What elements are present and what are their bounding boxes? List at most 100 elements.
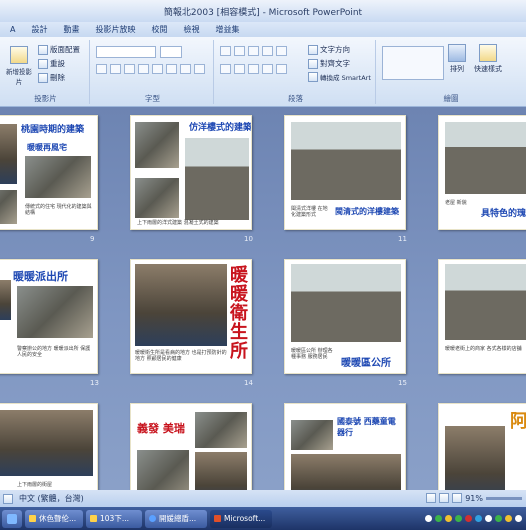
- group-drawing: 排列 快速樣式 繪圖: [378, 40, 524, 104]
- sorter-view-icon[interactable]: [439, 493, 450, 503]
- text-direction-button[interactable]: 文字方向: [308, 44, 350, 55]
- align-text-button[interactable]: 對齊文字: [308, 58, 350, 69]
- slideshow-view-icon[interactable]: [452, 493, 463, 503]
- tab-animation[interactable]: 動畫: [55, 24, 87, 35]
- system-tray: [425, 515, 526, 522]
- slide-title: 具特色的瑰式: [481, 209, 526, 219]
- group-font: 字型: [92, 40, 214, 104]
- zoom-level[interactable]: 91%: [465, 494, 483, 503]
- group-paragraph: 文字方向 對齊文字 轉換成 SmartArt 段落: [216, 40, 376, 104]
- bullets-icon[interactable]: [220, 46, 231, 56]
- line-spacing-icon[interactable]: [276, 46, 287, 56]
- layout-icon: [38, 44, 48, 55]
- slide-thumbnail[interactable]: 閩清式洋樓 在地化建築形式 閩清式的洋樓建築: [284, 115, 406, 230]
- tray-icon[interactable]: [455, 515, 462, 522]
- arrange-icon: [448, 44, 466, 62]
- slide-thumbnail[interactable]: 暖暖派出所 警察辦公的地方 暖暖派出所 保護人民的安全: [0, 259, 98, 374]
- taskbar-item-active[interactable]: Microsoft...: [210, 509, 272, 528]
- align-right-icon[interactable]: [248, 64, 259, 74]
- shapes-gallery[interactable]: [382, 46, 444, 80]
- slide-number: 15: [398, 379, 407, 387]
- slide-subtitle: 暖暖再風宅: [27, 143, 67, 152]
- new-slide-button[interactable]: 新增投影片: [6, 46, 32, 86]
- group-label-drawing: 繪圖: [443, 94, 459, 103]
- tab-view[interactable]: 檢視: [175, 24, 207, 35]
- tray-icon[interactable]: [505, 515, 512, 522]
- tray-icon[interactable]: [425, 515, 432, 522]
- strikethrough-icon[interactable]: [138, 64, 149, 74]
- taskbar-item[interactable]: 開媛總盾...: [145, 509, 207, 528]
- windows-icon: [7, 513, 17, 524]
- bold-icon[interactable]: [96, 64, 107, 74]
- tab-addins[interactable]: 增益集: [207, 24, 247, 35]
- tray-icon[interactable]: [435, 515, 442, 522]
- language-status[interactable]: 中文 (繁體，台灣): [19, 493, 84, 504]
- reset-icon: [38, 58, 48, 69]
- slide-number: 13: [90, 379, 99, 387]
- numbering-icon[interactable]: [234, 46, 245, 56]
- italic-icon[interactable]: [110, 64, 121, 74]
- slide-thumbnail[interactable]: 暖暖老街上的商家 各式各樣的店舖: [438, 259, 526, 374]
- font-format-buttons: [96, 64, 205, 74]
- group-label-paragraph: 段落: [288, 94, 303, 103]
- smartart-button[interactable]: 轉換成 SmartArt: [308, 72, 371, 82]
- slide-thumbnail[interactable]: 上下雨層的街屋: [0, 403, 98, 490]
- folder-icon: [90, 515, 97, 522]
- font-size-field[interactable]: [160, 46, 182, 58]
- delete-button[interactable]: 刪除: [38, 72, 65, 83]
- slide-thumbnail[interactable]: 暖暖區公所 辦理各種事務 服務居民 暖暖區公所: [284, 259, 406, 374]
- align-center-icon[interactable]: [234, 64, 245, 74]
- ribbon: 新增投影片 版面配置 重設 刪除 投影片 字型 文字方向 對齊文字 轉換成 Sm…: [0, 37, 526, 107]
- normal-view-icon[interactable]: [426, 493, 437, 503]
- tray-icon[interactable]: [485, 515, 492, 522]
- underline-icon[interactable]: [124, 64, 135, 74]
- text-direction-icon: [308, 44, 318, 55]
- justify-icon[interactable]: [262, 64, 273, 74]
- slide-sorter[interactable]: 桃園時期的建築 暖暖再風宅 傳統式的住宅 現代化的建築與結構 9 仿洋樓式的建築…: [0, 107, 526, 490]
- layout-button[interactable]: 版面配置: [38, 44, 80, 55]
- tab-slideshow[interactable]: 投影片放映: [87, 24, 143, 35]
- slide-thumbnail[interactable]: 老屋 新貌 具特色的瑰式: [438, 115, 526, 230]
- shadow-icon[interactable]: [152, 64, 163, 74]
- case-icon[interactable]: [180, 64, 191, 74]
- quick-styles-button[interactable]: 快速樣式: [474, 44, 502, 74]
- start-button[interactable]: [2, 509, 22, 528]
- slide-title: 暖暖區公所: [341, 358, 391, 369]
- taskbar-item[interactable]: 休色聲伦...: [25, 509, 83, 528]
- tray-icon[interactable]: [495, 515, 502, 522]
- spacing-icon[interactable]: [166, 64, 177, 74]
- arrange-button[interactable]: 排列: [448, 44, 466, 74]
- taskbar-item[interactable]: 103下...: [86, 509, 142, 528]
- increase-indent-icon[interactable]: [262, 46, 273, 56]
- spellcheck-icon[interactable]: [3, 493, 13, 504]
- slide-title: 仿洋樓式的建築: [189, 123, 252, 133]
- tray-icon[interactable]: [475, 515, 482, 522]
- columns-icon[interactable]: [276, 64, 287, 74]
- decrease-indent-icon[interactable]: [248, 46, 259, 56]
- slide-title: 閩清式的洋樓建築: [335, 207, 399, 216]
- slide-title: 暖暖派出所: [13, 270, 68, 283]
- slide-title: 國泰號 西藥童電器行: [337, 417, 396, 437]
- slide-thumbnail[interactable]: 桃園時期的建築 暖暖再風宅 傳統式的住宅 現代化的建築與結構: [0, 115, 98, 230]
- slide-title: 暖暖衛生所: [230, 265, 248, 362]
- font-name-field[interactable]: [96, 46, 156, 58]
- slide-thumbnail[interactable]: 義發 美瑞: [130, 403, 252, 490]
- tray-icon[interactable]: [445, 515, 452, 522]
- slide-thumbnail[interactable]: 國泰號 西藥童電器行: [284, 403, 406, 490]
- align-left-icon[interactable]: [220, 64, 231, 74]
- font-color-icon[interactable]: [194, 64, 205, 74]
- zoom-slider[interactable]: [486, 496, 522, 500]
- ribbon-tabs: A 設計 動畫 投影片放映 校閱 檢視 增益集: [0, 22, 526, 37]
- align-text-icon: [308, 58, 318, 69]
- slide-thumbnail[interactable]: 暖暖衛生所 暖暖衛生所是看病的地方 也是打預防針的地方 照顧居民的健康: [130, 259, 252, 374]
- tab-design[interactable]: 設計: [23, 24, 55, 35]
- status-bar: 中文 (繁體，台灣) 91%: [0, 490, 526, 507]
- tab-review[interactable]: 校閱: [143, 24, 175, 35]
- tray-icon[interactable]: [465, 515, 472, 522]
- slide-thumbnail[interactable]: 阿: [438, 403, 526, 490]
- tab-home[interactable]: A: [2, 25, 23, 34]
- reset-button[interactable]: 重設: [38, 58, 65, 69]
- slide-thumbnail[interactable]: 仿洋樓式的建築 上下雨層的洋式建築 混凝土式的建築: [130, 115, 252, 230]
- tray-icon[interactable]: [515, 515, 522, 522]
- align-buttons: [220, 64, 287, 74]
